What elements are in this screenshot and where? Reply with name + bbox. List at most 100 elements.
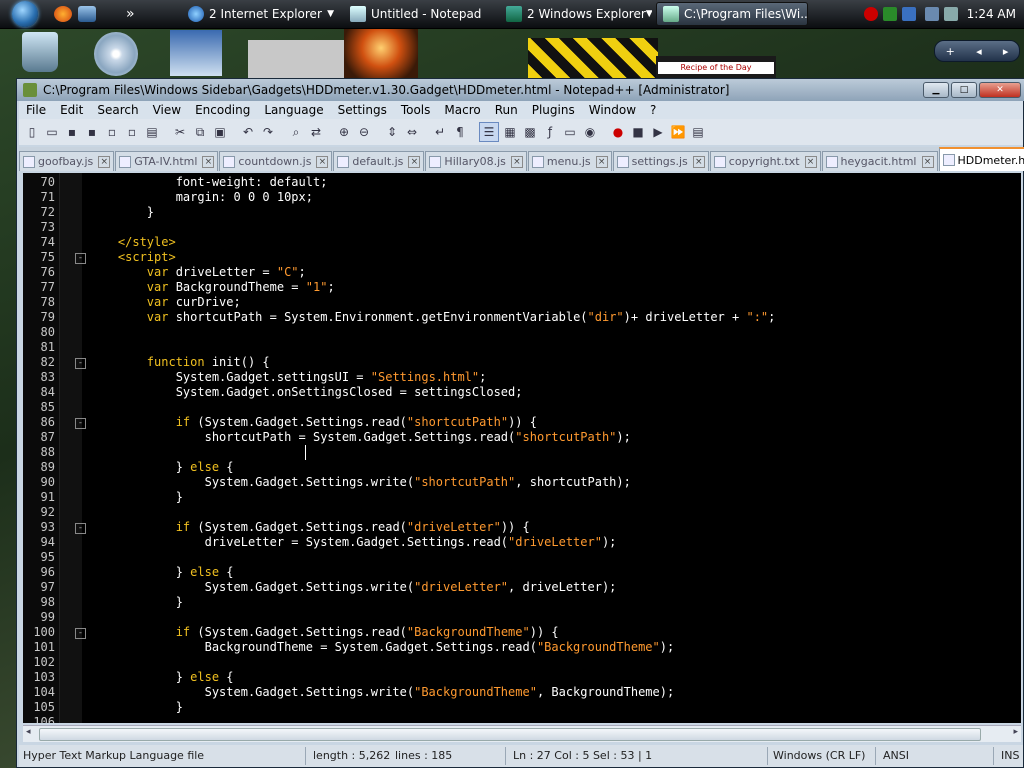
code-line: 76 var driveLetter = "C";: [23, 265, 1021, 280]
volume-icon[interactable]: [943, 7, 958, 21]
zoom-in-icon[interactable]: ⊕: [335, 123, 353, 141]
indent-guide-icon[interactable]: ☰: [479, 122, 499, 142]
security-alert-icon[interactable]: [863, 7, 878, 21]
folder-workspace-icon[interactable]: ▭: [561, 123, 579, 141]
print-icon[interactable]: ▤: [143, 123, 161, 141]
sail-icon[interactable]: [170, 30, 222, 76]
clock[interactable]: 1:24 AM: [967, 7, 1016, 21]
copy-icon[interactable]: ⧉: [191, 123, 209, 141]
save-icon[interactable]: ▪: [63, 123, 81, 141]
taskbar-button-internet-explorer[interactable]: 2 Internet Explorer ▼: [182, 2, 340, 26]
monitoring-icon[interactable]: ◉: [581, 123, 599, 141]
show-all-chars-icon[interactable]: ¶: [451, 123, 469, 141]
redo-icon[interactable]: ↷: [259, 123, 277, 141]
cut-icon[interactable]: ✂: [171, 123, 189, 141]
file-tab[interactable]: countdown.js ×: [219, 151, 333, 171]
menu-edit[interactable]: Edit: [53, 103, 90, 117]
run-macro-multiple-icon[interactable]: ⏩: [669, 123, 687, 141]
menu-window[interactable]: Window: [582, 103, 643, 117]
save-macro-icon[interactable]: ▤: [689, 123, 707, 141]
record-macro-icon[interactable]: ●: [609, 123, 627, 141]
window-thumbnail: [248, 40, 344, 78]
close-tab-icon[interactable]: ×: [804, 155, 817, 168]
close-tab-icon[interactable]: ×: [316, 155, 329, 168]
menu-settings[interactable]: Settings: [331, 103, 394, 117]
window-titlebar[interactable]: C:\Program Files\Windows Sidebar\Gadgets…: [17, 79, 1024, 101]
close-tab-icon[interactable]: ×: [921, 155, 934, 168]
add-gadget-icon[interactable]: +: [946, 45, 955, 58]
code-editor[interactable]: 70 font-weight: default; 71 margin: 0 0 0…: [23, 173, 1021, 723]
close-tab-icon[interactable]: ×: [510, 155, 523, 168]
menu-language[interactable]: Language: [257, 103, 330, 117]
sync-vertical-icon[interactable]: ⇕: [383, 123, 401, 141]
function-list-icon[interactable]: ƒ: [541, 123, 559, 141]
close-file-icon[interactable]: ▫: [103, 123, 121, 141]
taskbar-button-notepad[interactable]: Untitled - Notepad: [344, 2, 496, 26]
recipe-of-the-day-label[interactable]: Recipe of the Day: [658, 62, 774, 74]
file-tab[interactable]: settings.js ×: [612, 151, 709, 171]
undo-icon[interactable]: ↶: [239, 123, 257, 141]
previous-icon[interactable]: ◂: [976, 45, 982, 58]
menu-tools[interactable]: Tools: [394, 103, 438, 117]
close-tab-icon[interactable]: ×: [408, 155, 421, 168]
show-desktop-icon[interactable]: [78, 6, 96, 22]
fold-toggle-icon[interactable]: -: [75, 253, 86, 264]
play-macro-icon[interactable]: ▶: [649, 123, 667, 141]
paste-icon[interactable]: ▣: [211, 123, 229, 141]
taskbar-button-notepadpp[interactable]: C:\Program Files\Wi...: [656, 2, 808, 26]
file-tab[interactable]: copyright.txt ×: [709, 151, 821, 171]
maximize-button[interactable]: □: [951, 82, 977, 98]
next-icon[interactable]: ▸: [1003, 45, 1009, 58]
minimize-button[interactable]: ▁: [923, 82, 949, 98]
file-tab[interactable]: menu.js ×: [527, 151, 612, 171]
quick-launch-overflow-icon[interactable]: »: [126, 6, 135, 22]
fold-toggle-icon[interactable]: -: [75, 358, 86, 369]
close-tab-icon[interactable]: ×: [595, 155, 608, 168]
antivirus-icon[interactable]: [901, 7, 916, 21]
menu-view[interactable]: View: [146, 103, 188, 117]
file-tab[interactable]: HDDmeter.html×: [938, 147, 1024, 171]
taskbar-button-windows-explorer[interactable]: 2 Windows Explorer ▼: [500, 2, 652, 26]
replace-icon[interactable]: ⇄: [307, 123, 325, 141]
file-tab[interactable]: default.js ×: [333, 151, 425, 171]
shield-icon[interactable]: [882, 7, 897, 21]
menu-macro[interactable]: Macro: [437, 103, 487, 117]
close-all-icon[interactable]: ▫: [123, 123, 141, 141]
fold-toggle-icon[interactable]: -: [75, 523, 86, 534]
file-tab[interactable]: GTA-IV.html ×: [115, 151, 219, 171]
horizontal-scrollbar[interactable]: ◂ ▸: [23, 725, 1021, 742]
start-button[interactable]: [0, 0, 50, 28]
network-icon[interactable]: [924, 7, 939, 21]
find-icon[interactable]: ⌕: [287, 123, 305, 141]
close-tab-icon[interactable]: ×: [692, 155, 705, 168]
scroll-left-icon[interactable]: ◂: [26, 727, 31, 737]
doc-map-icon[interactable]: ▩: [521, 123, 539, 141]
new-file-icon[interactable]: ▯: [23, 123, 41, 141]
word-wrap-icon[interactable]: ↵: [431, 123, 449, 141]
user-language-icon[interactable]: ▦: [501, 123, 519, 141]
menu-search[interactable]: Search: [90, 103, 145, 117]
close-tab-icon[interactable]: ×: [202, 155, 215, 168]
zoom-out-icon[interactable]: ⊖: [355, 123, 373, 141]
menu-help[interactable]: ?: [643, 103, 663, 117]
scrollbar-thumb[interactable]: [39, 728, 981, 741]
scroll-right-icon[interactable]: ▸: [1013, 727, 1018, 737]
save-all-icon[interactable]: ▪: [83, 123, 101, 141]
file-tab[interactable]: heygacit.html ×: [821, 151, 938, 171]
recycle-bin-icon[interactable]: [22, 32, 58, 72]
menu-encoding[interactable]: Encoding: [188, 103, 257, 117]
close-button[interactable]: ✕: [979, 82, 1021, 98]
open-file-icon[interactable]: ▭: [43, 123, 61, 141]
menu-plugins[interactable]: Plugins: [525, 103, 582, 117]
sync-horizontal-icon[interactable]: ⇔: [403, 123, 421, 141]
fold-toggle-icon[interactable]: -: [75, 418, 86, 429]
menu-file[interactable]: File: [19, 103, 53, 117]
stop-macro-icon[interactable]: ■: [629, 123, 647, 141]
fold-toggle-icon[interactable]: -: [75, 628, 86, 639]
close-tab-icon[interactable]: ×: [98, 155, 111, 168]
menu-run[interactable]: Run: [488, 103, 525, 117]
disc-icon[interactable]: [94, 32, 138, 76]
file-tab[interactable]: Hillary08.js ×: [425, 151, 527, 171]
firefox-icon[interactable]: [54, 6, 72, 22]
file-tab[interactable]: goofbay.js ×: [19, 151, 115, 171]
